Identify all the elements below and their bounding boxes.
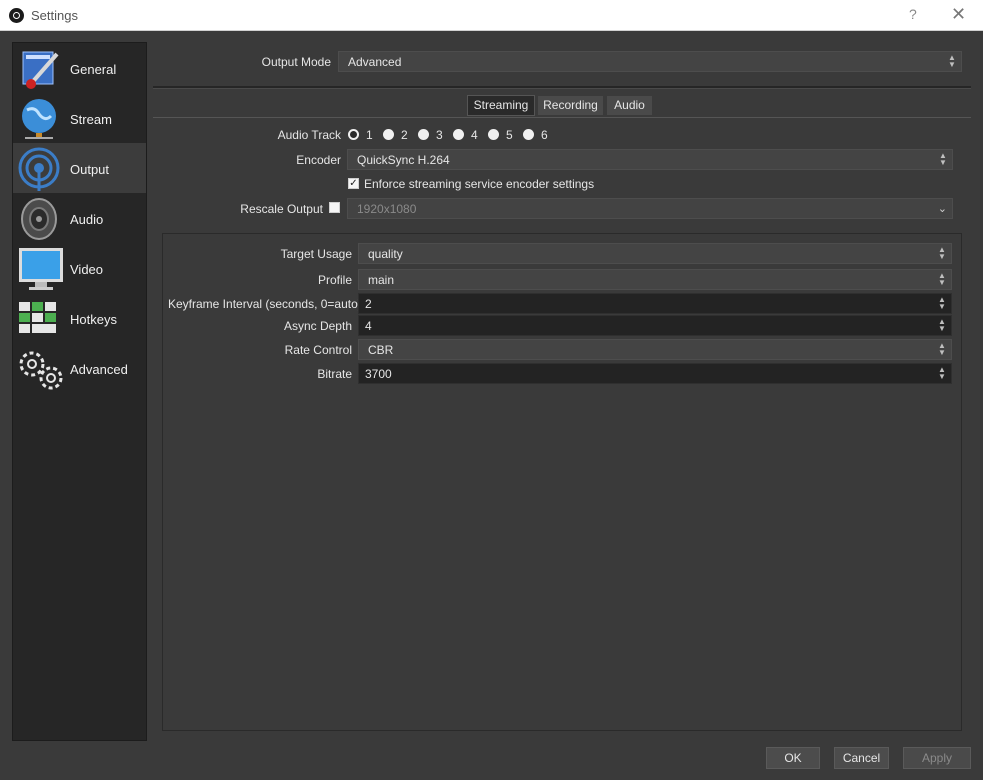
apply-button[interactable]: Apply — [903, 747, 971, 769]
ok-button[interactable]: OK — [766, 747, 820, 769]
keyboard-icon — [19, 302, 56, 333]
tab-streaming[interactable]: Streaming — [467, 95, 535, 116]
sidebar-item-label: General — [70, 62, 117, 77]
output-mode-label: Output Mode — [261, 55, 331, 69]
target-usage-select[interactable]: quality ▲ ▼ — [358, 243, 952, 264]
async-depth-label: Async Depth — [283, 319, 352, 333]
sidebar-item-label: Video — [70, 262, 104, 277]
combo-updown-icon: ▲ ▼ — [938, 341, 946, 357]
output-mode-select[interactable]: Advanced ▲ ▼ — [338, 51, 962, 72]
divider — [153, 86, 971, 89]
audio-track-radio-6[interactable] — [523, 129, 534, 140]
audio-track-radio-4[interactable] — [453, 129, 464, 140]
rescale-output-checkbox[interactable] — [329, 202, 340, 213]
audio-track-option-label: 6 — [541, 128, 548, 142]
profile-select[interactable]: main ▲ ▼ — [358, 269, 952, 290]
audio-track-radio-2[interactable] — [383, 129, 394, 140]
keyframe-interval-value: 2 — [365, 297, 372, 311]
audio-track-option-label: 1 — [366, 128, 373, 142]
title-bar: Settings ? ✕ — [0, 0, 983, 31]
profile-label: Profile — [317, 273, 352, 287]
sidebar-item-stream[interactable]: Stream — [13, 93, 146, 143]
audio-track-option-label: 4 — [471, 128, 478, 142]
gears-icon — [19, 351, 63, 390]
bitrate-label: Bitrate — [317, 367, 352, 381]
enforce-encoder-checkbox[interactable]: ✓ — [348, 178, 359, 189]
window-title: Settings — [31, 8, 78, 23]
chevron-down-icon: ⌄ — [937, 203, 947, 215]
sidebar-item-video[interactable]: Video — [13, 243, 146, 293]
enforce-encoder-label: Enforce streaming service encoder settin… — [364, 177, 595, 191]
audio-track-label: Audio Track — [277, 128, 341, 142]
tab-recording[interactable]: Recording — [537, 95, 604, 116]
sidebar-item-advanced[interactable]: Advanced — [13, 343, 146, 393]
stream-icon — [22, 99, 56, 139]
sidebar-item-label: Advanced — [70, 362, 128, 377]
rate-control-select[interactable]: CBR ▲ ▼ — [358, 339, 952, 360]
encoder-label: Encoder — [296, 153, 341, 167]
combo-updown-icon: ▲ ▼ — [938, 245, 946, 261]
rescale-resolution-select[interactable]: 1920x1080 ⌄ — [347, 198, 953, 219]
rate-control-label: Rate Control — [284, 343, 352, 357]
sidebar-item-audio[interactable]: Audio — [13, 193, 146, 243]
tab-audio[interactable]: Audio — [606, 95, 653, 116]
rescale-resolution-value: 1920x1080 — [357, 202, 417, 216]
sidebar-item-label: Audio — [70, 212, 104, 227]
rescale-output-label: Rescale Output — [240, 202, 323, 216]
audio-track-option-label: 2 — [401, 128, 408, 142]
tab-bar-line — [153, 117, 971, 118]
spinner-arrows-icon[interactable]: ▲ ▼ — [936, 366, 948, 381]
sidebar-item-hotkeys[interactable]: Hotkeys — [13, 293, 146, 343]
combo-updown-icon: ▲ ▼ — [939, 151, 947, 167]
async-depth-value: 4 — [365, 319, 372, 333]
output-icon — [18, 147, 60, 191]
speaker-icon — [21, 198, 57, 240]
profile-value: main — [368, 273, 395, 287]
combo-updown-icon: ▲ ▼ — [938, 271, 946, 287]
spinner-arrows-icon[interactable]: ▲ ▼ — [936, 318, 948, 333]
cancel-button[interactable]: Cancel — [834, 747, 889, 769]
encoder-select[interactable]: QuickSync H.264 ▲ ▼ — [347, 149, 953, 170]
rate-control-value: CBR — [368, 343, 394, 357]
help-button[interactable]: ? — [909, 6, 917, 22]
spinner-arrows-icon[interactable]: ▲ ▼ — [936, 296, 948, 311]
monitor-icon — [19, 248, 63, 290]
audio-track-radio-1[interactable] — [348, 129, 359, 140]
sidebar-item-output[interactable]: Output — [13, 143, 146, 193]
close-button[interactable]: ✕ — [951, 4, 966, 25]
sidebar-item-label: Hotkeys — [70, 312, 117, 327]
sidebar-item-general[interactable]: General — [13, 43, 146, 93]
target-usage-value: quality — [368, 247, 403, 261]
audio-track-radio-5[interactable] — [488, 129, 499, 140]
audio-track-option-label: 3 — [436, 128, 443, 142]
sidebar-item-label: Output — [70, 162, 110, 177]
async-depth-spinbox[interactable]: 4 ▲ ▼ — [358, 315, 952, 336]
output-mode-value: Advanced — [348, 55, 402, 69]
bitrate-spinbox[interactable]: 3700 ▲ ▼ — [358, 363, 952, 384]
encoder-value: QuickSync H.264 — [357, 153, 450, 167]
general-icon — [22, 51, 59, 89]
combo-updown-icon: ▲ ▼ — [948, 53, 956, 69]
obs-logo-icon — [9, 8, 24, 23]
audio-track-radio-3[interactable] — [418, 129, 429, 140]
sidebar-item-label: Stream — [70, 112, 112, 127]
keyframe-interval-label: Keyframe Interval (seconds, 0=auto) — [168, 297, 362, 311]
target-usage-label: Target Usage — [280, 247, 352, 261]
audio-track-option-label: 5 — [506, 128, 513, 142]
settings-sidebar: General Stream Output Audio Video Hotkey… — [12, 42, 147, 741]
keyframe-interval-spinbox[interactable]: 2 ▲ ▼ — [358, 293, 952, 314]
bitrate-value: 3700 — [365, 367, 392, 381]
